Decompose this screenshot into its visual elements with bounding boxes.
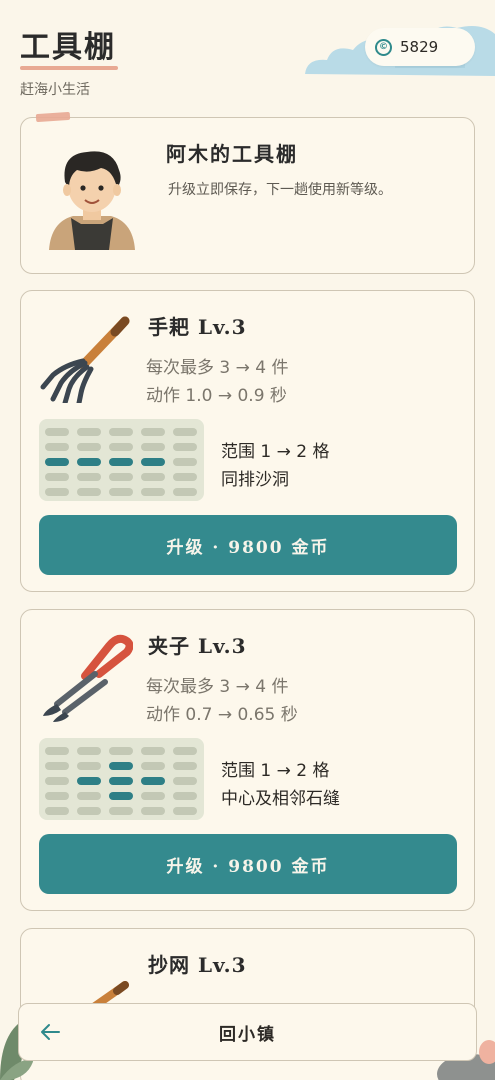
tool-stat-capacity: 每次最多 3 → 4 件 [146,358,289,378]
back-to-town-button[interactable]: 回小镇 [18,1003,477,1061]
grid-cell [141,443,165,451]
tool-card-tongs: 夹子 Lv.3 每次最多 3 → 4 件 动作 0.7 → 0.65 秒 范围 … [20,609,475,911]
upgrade-button-tongs[interactable]: 升级 · 9800 金币 [39,834,457,894]
grid-cell [45,792,69,800]
grid-cell-active [141,458,165,466]
range-pattern: 同排沙洞 [221,470,289,490]
avatar [49,151,135,250]
owner-description: 升级立即保存，下一趟使用新等级。 [168,182,392,198]
range-grid [39,738,204,820]
grid-cell [77,807,101,815]
grid-cell [77,792,101,800]
grid-cell [45,747,69,755]
grid-cell [173,777,197,785]
owner-name: 阿木的工具棚 [166,142,298,166]
grid-cell [77,428,101,436]
grid-cell [173,747,197,755]
grid-cell-active [45,458,69,466]
grid-cell [141,807,165,815]
grid-cell [173,488,197,496]
range-value: 范围 1 → 2 格 [221,761,330,781]
tool-name: 抄网 Lv.3 [148,953,247,977]
coin-balance: © 5829 [365,28,475,66]
grid-cell [141,428,165,436]
grid-cell [45,443,69,451]
page-title: 工具棚 [20,30,116,65]
grid-cell [77,488,101,496]
tool-stat-capacity: 每次最多 3 → 4 件 [146,677,289,697]
grid-cell [109,428,133,436]
grid-cell [45,473,69,481]
grid-cell [77,443,101,451]
grid-cell-active [77,777,101,785]
grid-cell [141,473,165,481]
tongs-icon [43,634,133,722]
grid-cell [173,473,197,481]
back-label: 回小镇 [219,1024,276,1045]
grid-cell [173,458,197,466]
grid-cell [109,488,133,496]
grid-cell-active [109,777,133,785]
tool-card-rake: 手耙 Lv.3 每次最多 3 → 4 件 动作 1.0 → 0.9 秒 范围 1… [20,290,475,592]
page-subtitle: 赶海小生活 [20,82,90,98]
grid-cell [141,762,165,770]
arrow-left-icon [41,1024,60,1040]
grid-cell [109,443,133,451]
grid-cell-active [109,792,133,800]
grid-cell [173,428,197,436]
upgrade-button-rake[interactable]: 升级 · 9800 金币 [39,515,457,575]
grid-cell [45,762,69,770]
grid-cell [109,473,133,481]
grid-cell-active [77,458,101,466]
grid-cell [109,807,133,815]
title-underline [20,66,118,70]
coin-icon: © [375,38,392,56]
owner-card: 阿木的工具棚 升级立即保存，下一趟使用新等级。 [20,117,475,274]
grid-cell-active [109,762,133,770]
range-value: 范围 1 → 2 格 [221,442,330,462]
grid-cell [141,488,165,496]
tool-stat-speed: 动作 0.7 → 0.65 秒 [146,705,298,725]
range-pattern: 中心及相邻石缝 [221,789,340,809]
grid-cell-active [109,458,133,466]
grid-cell [77,747,101,755]
grid-cell [141,747,165,755]
grid-cell [173,762,197,770]
range-grid [39,419,204,501]
coin-value: 5829 [400,38,439,56]
grid-cell [77,762,101,770]
grid-cell [77,473,101,481]
grid-cell [45,428,69,436]
grid-cell [173,792,197,800]
rake-icon [40,316,130,403]
tool-name: 手耙 Lv.3 [148,315,247,339]
grid-cell-active [141,777,165,785]
grid-cell [45,488,69,496]
tool-name: 夹子 Lv.3 [148,634,247,658]
grid-cell [173,807,197,815]
grid-cell [45,777,69,785]
grid-cell [173,443,197,451]
tool-stat-speed: 动作 1.0 → 0.9 秒 [146,386,287,406]
grid-cell [45,807,69,815]
grid-cell [109,747,133,755]
grid-cell [141,792,165,800]
